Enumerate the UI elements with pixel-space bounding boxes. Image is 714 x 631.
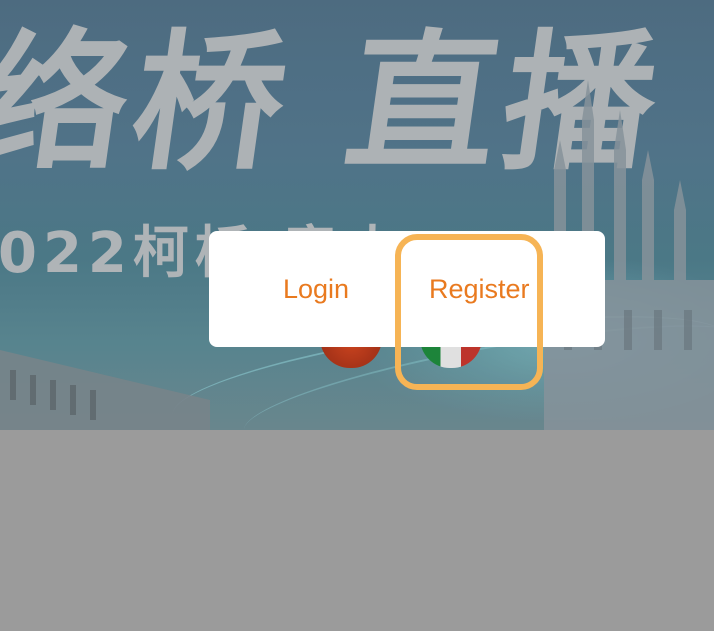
modal-overlay [0,0,714,430]
login-button[interactable]: Login [283,231,349,347]
register-highlight-frame [395,234,543,390]
hero-banner: 络桥 直播 022柯桥 意大 [0,0,714,430]
